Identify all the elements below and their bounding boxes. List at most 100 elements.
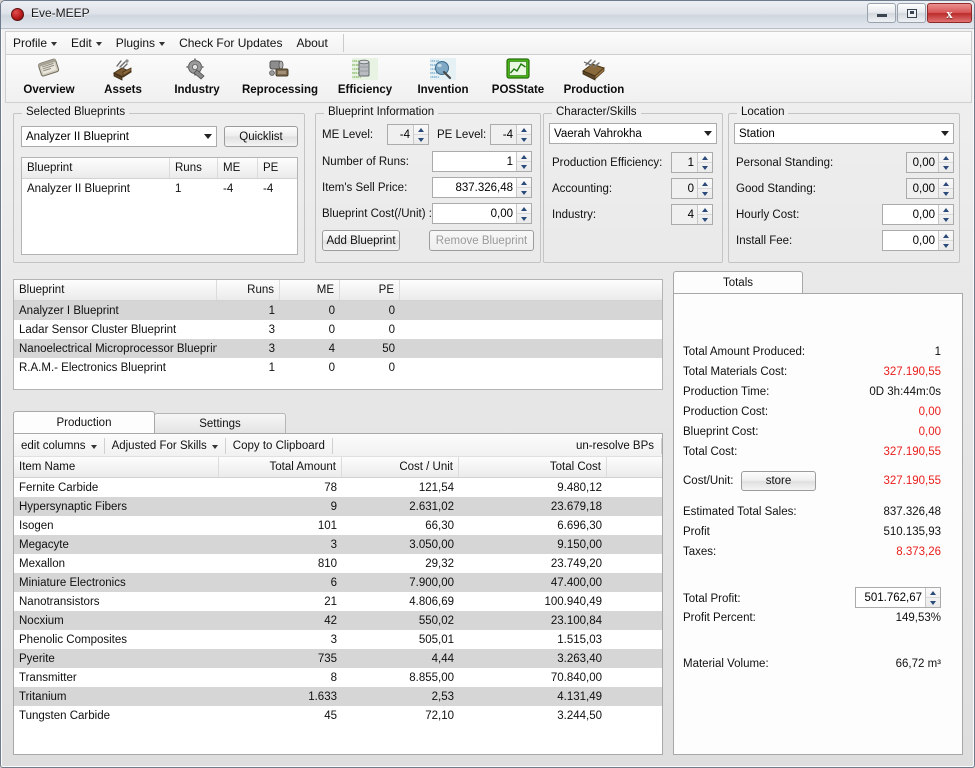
stepper-down-icon[interactable] [517, 213, 531, 223]
blueprint-combo[interactable]: Analyzer II Blueprint [21, 126, 217, 147]
stepper-down-icon[interactable] [517, 134, 531, 144]
column-header-runs[interactable]: Runs [217, 280, 280, 300]
table-row[interactable]: Analyzer I Blueprint 1 0 0 [14, 301, 662, 320]
stepper-buttons[interactable] [938, 153, 953, 172]
table-row[interactable]: Transmitter 8 8.855,00 70.840,00 [14, 668, 662, 687]
stepper-up-icon[interactable] [698, 205, 712, 214]
table-row[interactable]: Pyerite 735 4,44 3.263,40 [14, 649, 662, 668]
blueprint-list-grid[interactable]: Blueprint Runs ME PE Analyzer I Blueprin… [13, 279, 663, 390]
stepper-buttons[interactable] [938, 231, 953, 250]
table-row[interactable]: Megacyte 3 3.050,00 9.150,00 [14, 535, 662, 554]
install-fee-stepper[interactable]: 0,00 [882, 230, 954, 251]
table-row[interactable]: Tritanium 1.633 2,53 4.131,49 [14, 687, 662, 706]
stepper-up-icon[interactable] [698, 153, 712, 162]
menu-item-edit[interactable]: Edit [64, 33, 109, 53]
stepper-down-icon[interactable] [698, 162, 712, 172]
column-header-pe[interactable]: PE [258, 158, 297, 178]
stepper-down-icon[interactable] [939, 188, 953, 198]
toolbar-button-invention[interactable]: 10110 01001 11010 00111 10101 Invention [404, 55, 482, 101]
stepper-buttons[interactable] [516, 125, 531, 144]
stepper-up-icon[interactable] [698, 179, 712, 188]
un-resolve-bps-button[interactable]: un-resolve BPs [569, 436, 661, 456]
sell-price-stepper[interactable]: 837.326,48 [432, 177, 532, 198]
remove-blueprint-button[interactable]: Remove Blueprint [429, 230, 534, 251]
table-row[interactable]: Nanoelectrical Microprocessor Blueprint … [14, 339, 662, 358]
toolbar-button-assets[interactable]: Assets [86, 55, 160, 101]
stepper-buttons[interactable] [413, 125, 428, 144]
number-of-runs-stepper[interactable]: 1 [432, 151, 532, 172]
pe-level-stepper[interactable]: -4 [490, 124, 532, 145]
stepper-down-icon[interactable] [939, 240, 953, 250]
toolbar-button-overview[interactable]: Overview [12, 55, 86, 101]
stepper-down-icon[interactable] [939, 214, 953, 224]
column-header-runs[interactable]: Runs [170, 158, 218, 178]
accounting-stepper[interactable]: 0 [671, 178, 713, 199]
quicklist-button[interactable]: Quicklist [224, 126, 298, 147]
stepper-buttons[interactable] [516, 152, 531, 171]
hourly-cost-stepper[interactable]: 0,00 [882, 204, 954, 225]
me-level-stepper[interactable]: -4 [387, 124, 429, 145]
close-button[interactable]: x [927, 3, 972, 23]
stepper-up-icon[interactable] [517, 204, 531, 213]
table-row[interactable]: Hypersynaptic Fibers 9 2.631,02 23.679,1… [14, 497, 662, 516]
stepper-up-icon[interactable] [926, 588, 940, 597]
stepper-down-icon[interactable] [414, 134, 428, 144]
column-header-total-cost[interactable]: Total Cost [459, 457, 607, 477]
industry-stepper[interactable]: 4 [671, 204, 713, 225]
stepper-down-icon[interactable] [517, 187, 531, 197]
blueprint-cost-stepper[interactable]: 0,00 [432, 203, 532, 224]
stepper-down-icon[interactable] [698, 214, 712, 224]
stepper-buttons[interactable] [938, 205, 953, 224]
column-header-me[interactable]: ME [218, 158, 258, 178]
character-combo[interactable]: Vaerah Vahrokha [549, 123, 717, 144]
copy-to-clipboard-button[interactable]: Copy to Clipboard [226, 436, 332, 456]
table-row[interactable]: Tungsten Carbide 45 72,10 3.244,50 [14, 706, 662, 725]
maximize-button[interactable] [897, 3, 926, 23]
adjusted-for-skills-button[interactable]: Adjusted For Skills [105, 436, 225, 456]
tab-totals[interactable]: Totals [673, 271, 803, 293]
table-row[interactable]: Ladar Sensor Cluster Blueprint 3 0 0 [14, 320, 662, 339]
tab-settings[interactable]: Settings [154, 413, 286, 433]
table-row[interactable]: Miniature Electronics 6 7.900,00 47.400,… [14, 573, 662, 592]
toolbar-button-posstate[interactable]: POSState [482, 55, 554, 101]
table-row[interactable]: R.A.M.- Electronics Blueprint 1 0 0 [14, 358, 662, 377]
minimize-button[interactable] [867, 3, 896, 23]
table-row[interactable]: Nanotransistors 21 4.806,69 100.940,49 [14, 592, 662, 611]
production-materials-grid[interactable]: Item Name Total Amount Cost / Unit Total… [14, 457, 662, 754]
location-combo[interactable]: Station [734, 123, 954, 144]
total-profit-stepper[interactable]: 501.762,67 [855, 587, 941, 608]
table-row[interactable]: Fernite Carbide 78 121,54 9.480,12 [14, 478, 662, 497]
column-header-cost-unit[interactable]: Cost / Unit [342, 457, 459, 477]
toolbar-button-reprocessing[interactable]: Reprocessing [234, 55, 326, 101]
table-row[interactable]: Phenolic Composites 3 505,01 1.515,03 [14, 630, 662, 649]
toolbar-button-industry[interactable]: Industry [160, 55, 234, 101]
stepper-up-icon[interactable] [414, 125, 428, 134]
column-header-pe[interactable]: PE [340, 280, 400, 300]
column-header-blueprint[interactable]: Blueprint [14, 280, 217, 300]
personal-standing-stepper[interactable]: 0,00 [906, 152, 954, 173]
table-row[interactable]: Analyzer II Blueprint 1 -4 -4 [22, 179, 297, 198]
stepper-up-icon[interactable] [939, 179, 953, 188]
toolbar-button-production[interactable]: Production [554, 55, 634, 101]
stepper-buttons[interactable] [697, 179, 712, 198]
stepper-up-icon[interactable] [517, 152, 531, 161]
stepper-up-icon[interactable] [939, 205, 953, 214]
table-row[interactable]: Nocxium 42 550,02 23.100,84 [14, 611, 662, 630]
stepper-down-icon[interactable] [698, 188, 712, 198]
menu-item-plugins[interactable]: Plugins [109, 33, 172, 53]
tab-production[interactable]: Production [13, 411, 155, 433]
good-standing-stepper[interactable]: 0,00 [906, 178, 954, 199]
stepper-up-icon[interactable] [939, 153, 953, 162]
stepper-down-icon[interactable] [939, 162, 953, 172]
production-efficiency-stepper[interactable]: 1 [671, 152, 713, 173]
stepper-buttons[interactable] [697, 205, 712, 224]
stepper-buttons[interactable] [938, 179, 953, 198]
column-header-blueprint[interactable]: Blueprint [22, 158, 170, 178]
menu-item-check-for-updates[interactable]: Check For Updates [172, 33, 289, 53]
stepper-down-icon[interactable] [517, 161, 531, 171]
stepper-down-icon[interactable] [926, 597, 940, 607]
stepper-up-icon[interactable] [939, 231, 953, 240]
edit-columns-button[interactable]: edit columns [14, 436, 104, 456]
store-button[interactable]: store [741, 471, 816, 491]
column-header-me[interactable]: ME [280, 280, 340, 300]
